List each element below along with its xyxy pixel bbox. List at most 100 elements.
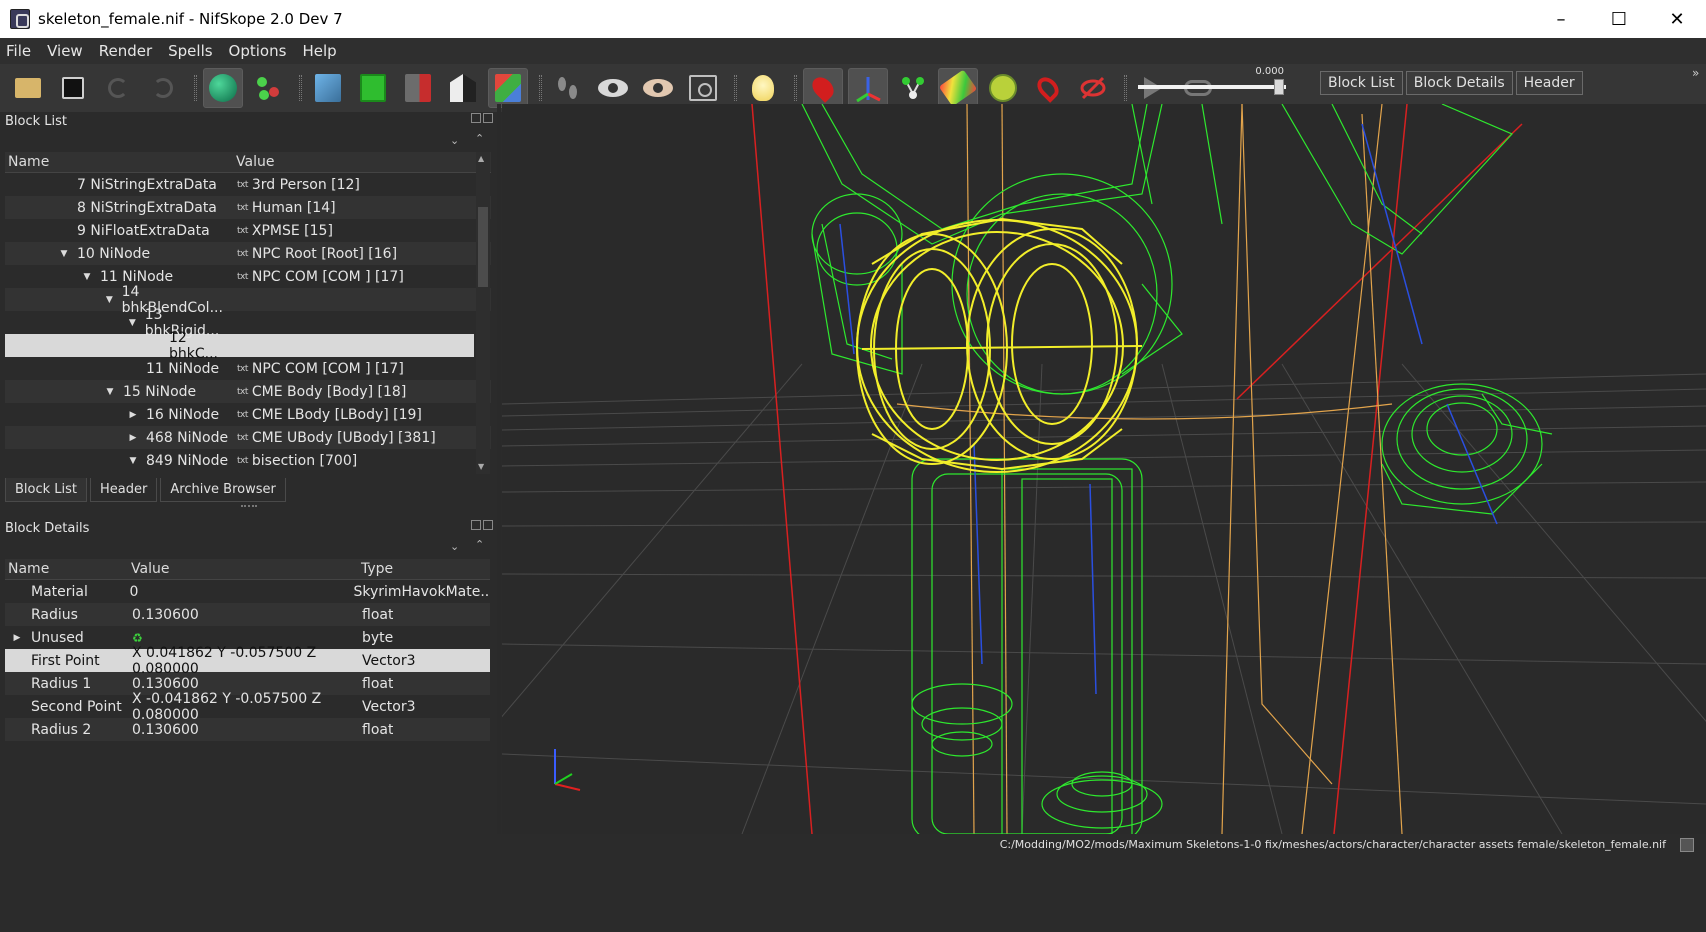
array-refresh-icon: ♻ bbox=[132, 630, 143, 645]
menu-spells[interactable]: Spells bbox=[168, 42, 212, 60]
walk-mode-button[interactable] bbox=[548, 68, 588, 108]
show-markers-button[interactable] bbox=[803, 68, 843, 108]
toolbar-overflow-button[interactable]: » bbox=[1692, 66, 1699, 80]
tree-row[interactable]: ▶ 468 NiNode txt CME UBody [UBody] [381] bbox=[5, 426, 491, 449]
collapse-chevron-icon[interactable]: ⌄ bbox=[450, 540, 459, 553]
scrollbar-thumb[interactable] bbox=[478, 207, 488, 287]
maximize-button[interactable]: ☐ bbox=[1590, 0, 1648, 38]
close-button[interactable]: ✕ bbox=[1648, 0, 1706, 38]
show-furniture-button[interactable] bbox=[1028, 68, 1068, 108]
block-list-header: Name Value bbox=[5, 152, 491, 173]
expand-chevron-icon[interactable]: ⌃ bbox=[475, 132, 484, 145]
light-bulb-icon bbox=[752, 75, 774, 101]
collapse-arrow-icon[interactable]: ▶ bbox=[126, 433, 140, 443]
scroll-up-arrow-icon[interactable]: ▲ bbox=[478, 154, 484, 163]
show-hidden-button[interactable] bbox=[593, 68, 633, 108]
vertex-weights-button[interactable] bbox=[938, 68, 978, 108]
marker-pin-icon bbox=[808, 73, 838, 103]
expand-arrow-icon[interactable]: ▼ bbox=[103, 387, 117, 397]
block-list-scrollbar[interactable]: ▲ ▼ bbox=[476, 152, 490, 474]
open-file-button[interactable] bbox=[8, 68, 48, 108]
window-title: skeleton_female.nif - NifSkope 2.0 Dev 7 bbox=[38, 10, 343, 28]
tree-row[interactable]: 9 NiFloatExtraData txt XPMSE [15] bbox=[5, 219, 491, 242]
menu-render[interactable]: Render bbox=[99, 42, 152, 60]
detail-row[interactable]: Radius 2 0.130600 float bbox=[5, 718, 490, 741]
wireframe-scene bbox=[502, 104, 1706, 834]
close-panel-button[interactable] bbox=[483, 113, 493, 123]
expand-arrow-icon[interactable]: ▼ bbox=[126, 456, 140, 466]
column-type[interactable]: Type bbox=[358, 559, 396, 579]
slider-handle[interactable] bbox=[1274, 79, 1284, 95]
tree-row[interactable]: ▼ 849 NiNode txt bisection [700] bbox=[5, 449, 491, 472]
expand-arrow-icon[interactable]: ▼ bbox=[57, 249, 71, 259]
left-dock-tabs: Block List Header Archive Browser bbox=[5, 478, 289, 502]
show-hidden-alt-button[interactable] bbox=[638, 68, 678, 108]
toggle-header[interactable]: Header bbox=[1515, 71, 1583, 95]
expand-chevron-icon[interactable]: ⌃ bbox=[475, 538, 484, 551]
view-front-button[interactable] bbox=[353, 68, 393, 108]
tree-row[interactable]: 7 NiStringExtraData txt 3rd Person [12] bbox=[5, 173, 491, 196]
menu-help[interactable]: Help bbox=[302, 42, 336, 60]
text-type-icon: txt bbox=[237, 179, 248, 190]
redo-button[interactable] bbox=[143, 68, 183, 108]
render-viewport[interactable] bbox=[502, 104, 1706, 834]
collapse-arrow-icon[interactable]: ▶ bbox=[10, 633, 24, 643]
show-nodes-button[interactable] bbox=[893, 68, 933, 108]
lighting-button[interactable] bbox=[743, 68, 783, 108]
scroll-down-arrow-icon[interactable]: ▼ bbox=[478, 462, 484, 471]
tree-row[interactable]: ▶ 16 NiNode txt CME LBody [LBody] [19] bbox=[5, 403, 491, 426]
toggle-perspective-button[interactable] bbox=[443, 68, 483, 108]
float-panel-button[interactable] bbox=[471, 113, 481, 123]
close-panel-button[interactable] bbox=[483, 520, 493, 530]
tab-archive-browser[interactable]: Archive Browser bbox=[160, 478, 286, 502]
screenshot-button[interactable] bbox=[683, 68, 723, 108]
tree-row-selected[interactable]: 12 bhkC... bbox=[5, 330, 474, 362]
column-name[interactable]: Name bbox=[5, 152, 233, 172]
save-button[interactable] bbox=[53, 68, 93, 108]
tab-block-list[interactable]: Block List bbox=[5, 478, 88, 502]
float-panel-button[interactable] bbox=[471, 520, 481, 530]
detail-row-selected[interactable]: First Point X 0.041862 Y -0.057500 Z 0.0… bbox=[5, 645, 490, 677]
tree-row[interactable]: 8 NiStringExtraData txt Human [14] bbox=[5, 196, 491, 219]
block-list-tree[interactable]: Name Value 7 NiStringExtraData txt 3rd Pe… bbox=[5, 152, 491, 474]
perspective-icon bbox=[450, 74, 476, 102]
collapse-arrow-icon[interactable]: ▶ bbox=[126, 410, 140, 420]
block-details-table[interactable]: Name Value Type Material 0 SkyrimHavokMa… bbox=[5, 559, 490, 743]
view-side-button[interactable] bbox=[398, 68, 438, 108]
hide-markers-button[interactable] bbox=[1073, 68, 1113, 108]
tree-row[interactable]: ▼ 15 NiNode txt CME Body [Body] [18] bbox=[5, 380, 491, 403]
text-type-icon: txt bbox=[237, 432, 248, 443]
select-object-button[interactable] bbox=[203, 68, 243, 108]
tree-row[interactable]: 11 NiNode txt NPC COM [COM ] [17] bbox=[5, 357, 491, 380]
column-value[interactable]: Value bbox=[128, 559, 358, 579]
expand-arrow-icon[interactable]: ▼ bbox=[80, 272, 94, 282]
expand-arrow-icon[interactable]: ▼ bbox=[126, 318, 139, 328]
column-name[interactable]: Name bbox=[5, 559, 128, 579]
detail-row[interactable]: Radius 0.130600 float bbox=[5, 603, 490, 626]
undo-button[interactable] bbox=[98, 68, 138, 108]
detail-row[interactable]: Second Point X -0.041862 Y -0.057500 Z 0… bbox=[5, 691, 490, 723]
column-value[interactable]: Value bbox=[233, 152, 277, 172]
menu-file[interactable]: File bbox=[6, 42, 31, 60]
view-user-button[interactable] bbox=[488, 68, 528, 108]
detail-row[interactable]: Material 0 SkyrimHavokMate... bbox=[5, 580, 490, 603]
dock-resize-handle[interactable] bbox=[241, 505, 257, 507]
dock-toggle-tabs: Block List Block Details Header bbox=[1320, 71, 1586, 95]
tab-header[interactable]: Header bbox=[90, 478, 158, 502]
menu-view[interactable]: View bbox=[47, 42, 83, 60]
save-disk-icon bbox=[62, 77, 84, 99]
select-vertex-button[interactable] bbox=[248, 68, 288, 108]
menu-options[interactable]: Options bbox=[229, 42, 287, 60]
panel-splitter[interactable] bbox=[497, 104, 501, 834]
marker-strike-icon bbox=[1080, 76, 1106, 100]
collapse-chevron-icon[interactable]: ⌄ bbox=[450, 134, 459, 147]
vertex-select-icon bbox=[255, 75, 281, 101]
show-axes-button[interactable] bbox=[848, 68, 888, 108]
expand-arrow-icon[interactable]: ▼ bbox=[103, 295, 116, 305]
minimize-button[interactable]: – bbox=[1532, 0, 1590, 38]
toggle-block-details[interactable]: Block Details bbox=[1405, 71, 1513, 95]
toggle-block-list[interactable]: Block List bbox=[1320, 71, 1403, 95]
show-constraints-button[interactable] bbox=[983, 68, 1023, 108]
view-top-button[interactable] bbox=[308, 68, 348, 108]
tree-row[interactable]: ▼ 10 NiNode txt NPC Root [Root] [16] bbox=[5, 242, 491, 265]
